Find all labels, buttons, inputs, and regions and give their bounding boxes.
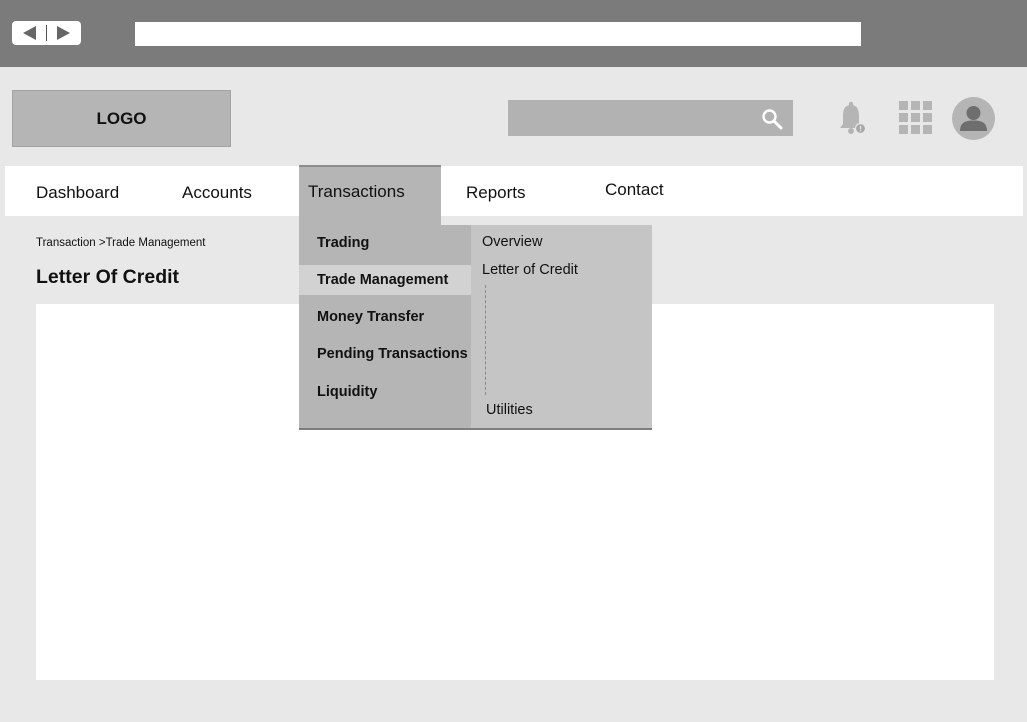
submenu-item-overview[interactable]: Overview bbox=[482, 234, 542, 250]
menu-item-liquidity[interactable]: Liquidity bbox=[299, 377, 471, 407]
breadcrumb[interactable]: Transaction >Trade Management bbox=[36, 237, 206, 249]
dropdown-menu-list: Trading Trade Management Money Transfer … bbox=[299, 225, 471, 428]
bell-icon[interactable] bbox=[836, 100, 868, 136]
menu-item-trading[interactable]: Trading bbox=[299, 228, 471, 258]
menu-item-pending-transactions[interactable]: Pending Transactions bbox=[299, 339, 471, 369]
forward-button[interactable] bbox=[47, 21, 81, 45]
nav-item-contact[interactable]: Contact bbox=[605, 180, 664, 200]
submenu-panel: Overview Letter of Credit Utilities bbox=[471, 225, 652, 428]
triangle-left-icon bbox=[23, 26, 36, 40]
submenu-item-utilities[interactable]: Utilities bbox=[486, 402, 533, 418]
nav-item-reports[interactable]: Reports bbox=[466, 183, 526, 203]
menu-item-trade-management[interactable]: Trade Management bbox=[299, 265, 471, 295]
browser-toolbar bbox=[0, 0, 1027, 67]
user-avatar-icon[interactable] bbox=[952, 97, 995, 140]
apps-grid-icon[interactable] bbox=[899, 101, 933, 135]
nav-item-dashboard[interactable]: Dashboard bbox=[36, 183, 119, 203]
submenu-divider bbox=[485, 285, 486, 395]
transactions-dropdown: Trading Trade Management Money Transfer … bbox=[299, 225, 652, 430]
nav-item-accounts[interactable]: Accounts bbox=[182, 183, 252, 203]
page-title: Letter Of Credit bbox=[36, 266, 180, 288]
submenu-item-letter-of-credit[interactable]: Letter of Credit bbox=[482, 262, 578, 278]
search-icon[interactable] bbox=[761, 108, 783, 130]
search-input[interactable] bbox=[508, 100, 793, 136]
menu-item-money-transfer[interactable]: Money Transfer bbox=[299, 302, 471, 332]
nav-item-transactions[interactable]: Transactions bbox=[308, 182, 405, 202]
address-bar[interactable] bbox=[135, 22, 861, 46]
logo[interactable]: LOGO bbox=[12, 90, 231, 147]
triangle-right-icon bbox=[57, 26, 70, 40]
back-button[interactable] bbox=[12, 21, 46, 45]
browser-nav-buttons bbox=[12, 21, 81, 45]
